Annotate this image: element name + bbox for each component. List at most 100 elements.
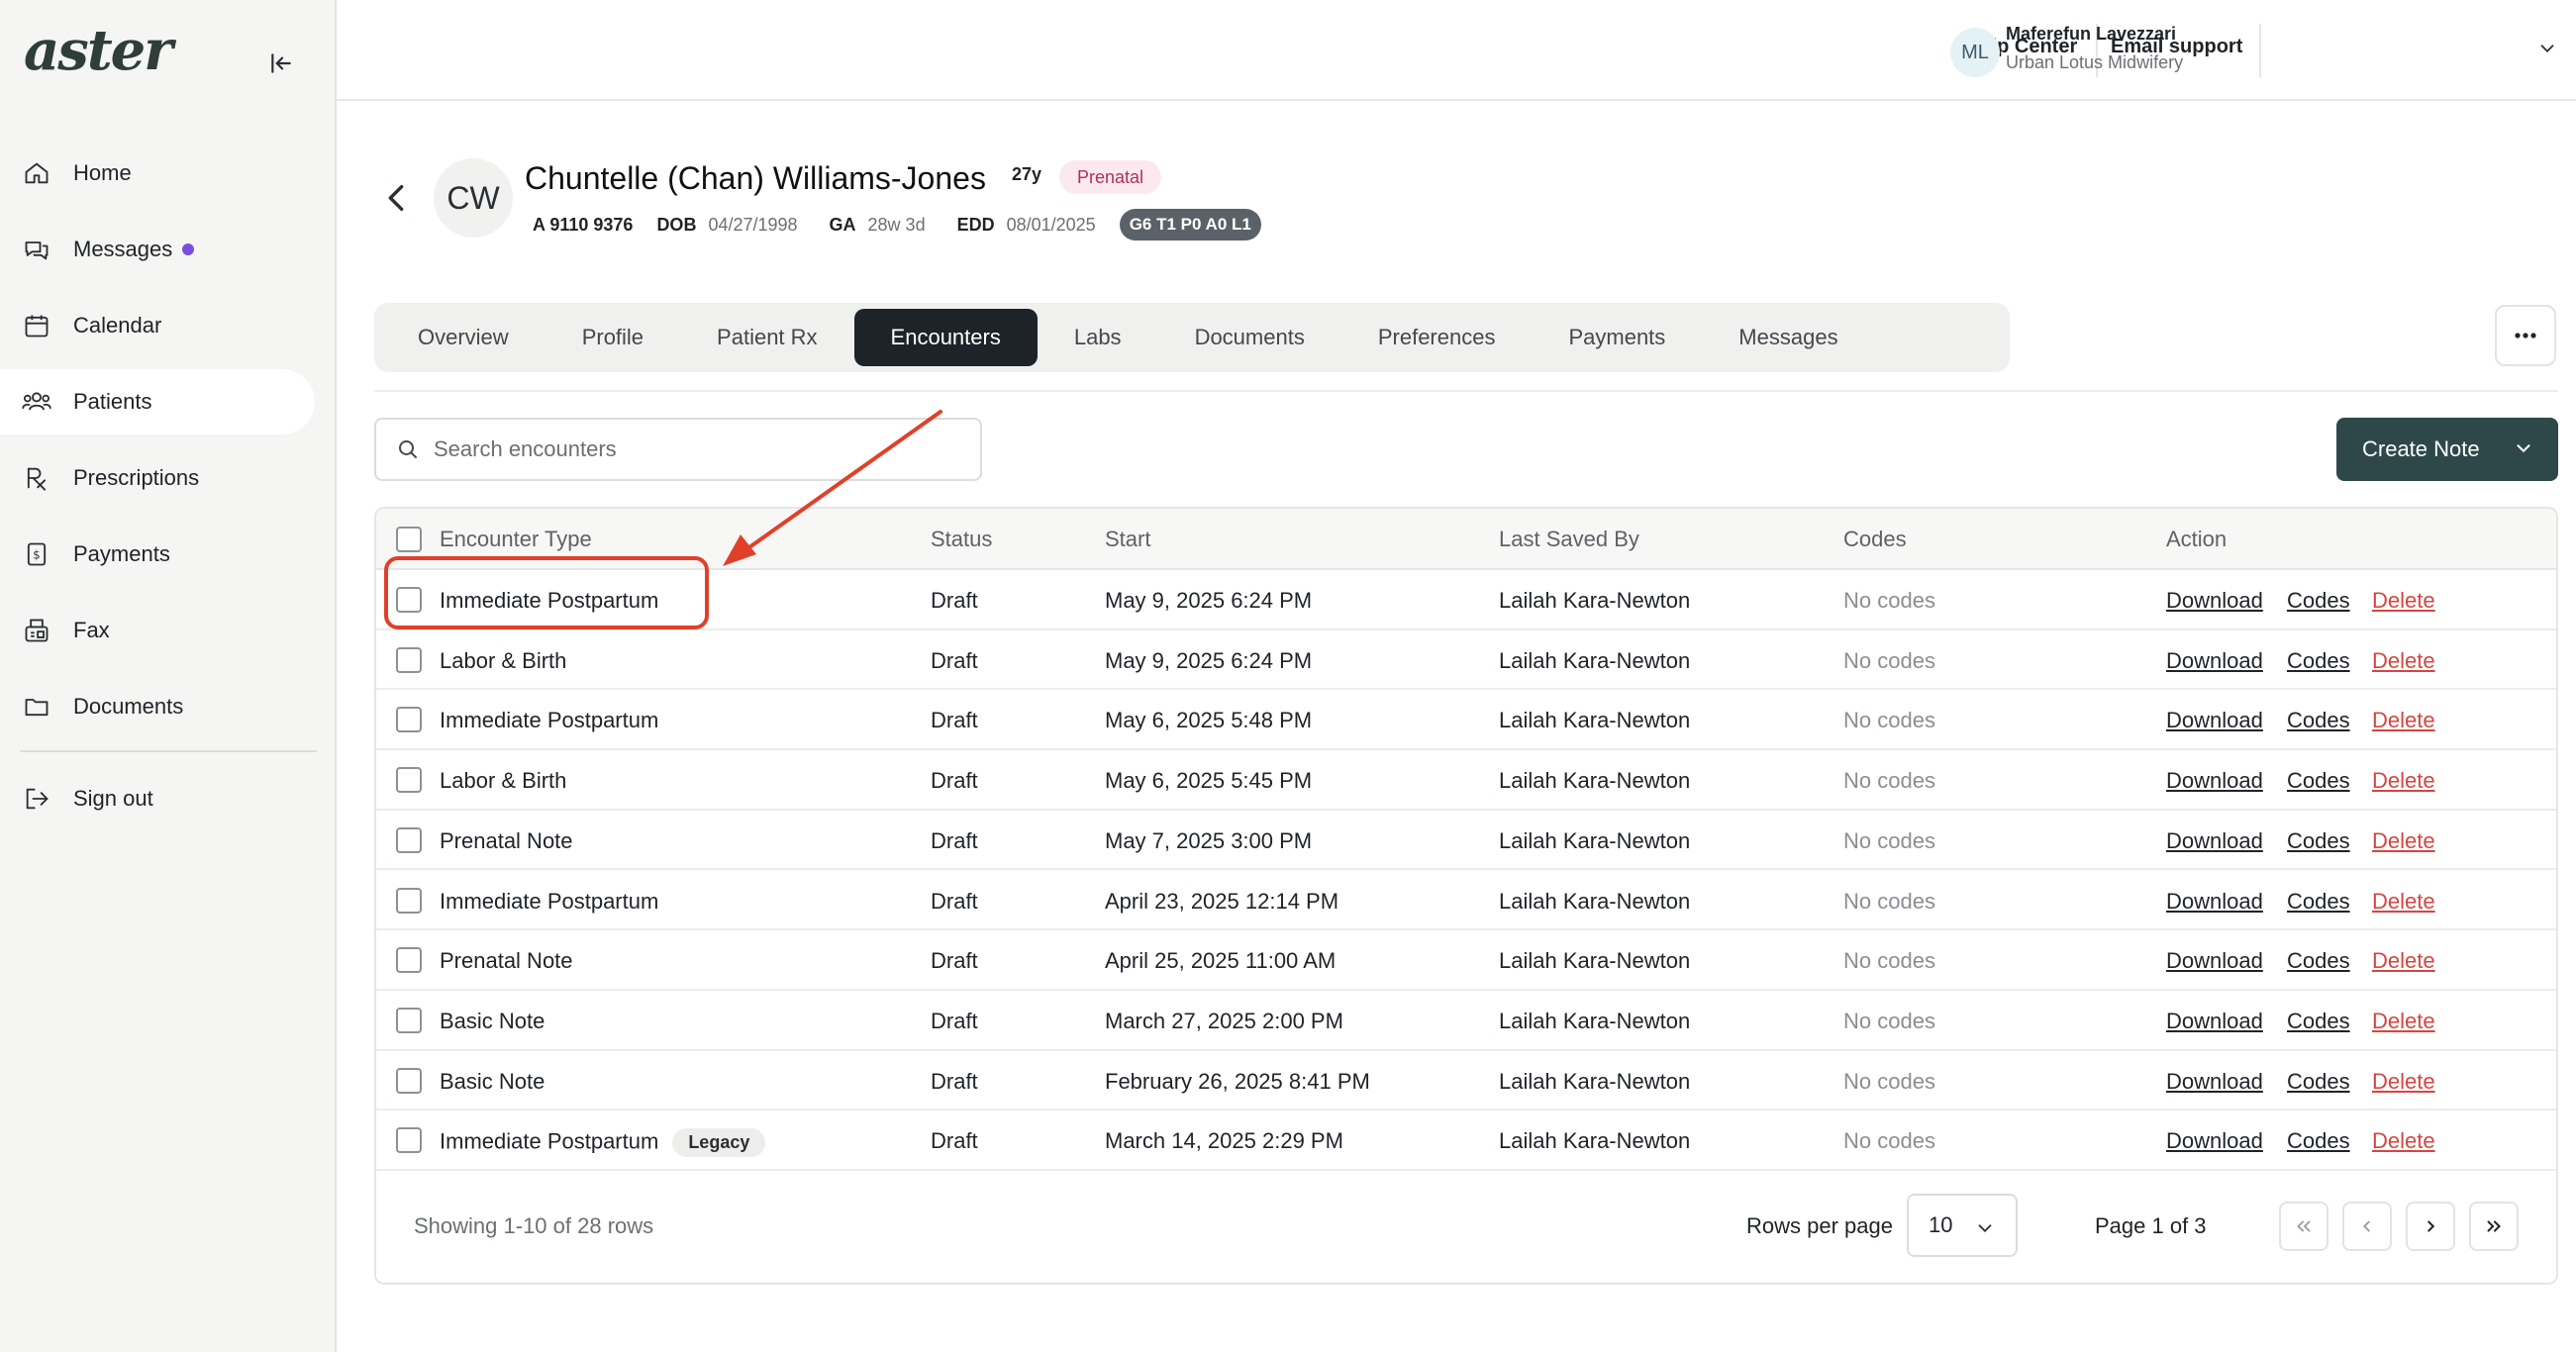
delete-link[interactable]: Delete (2372, 648, 2435, 674)
sidebar-item-sign-out[interactable]: Sign out (0, 766, 315, 831)
encounter-codes: No codes (1843, 888, 1935, 914)
codes-link[interactable]: Codes (2287, 588, 2350, 614)
row-checkbox[interactable] (396, 1127, 422, 1154)
delete-link[interactable]: Delete (2372, 708, 2435, 733)
encounter-type[interactable]: Prenatal Note (440, 948, 573, 974)
codes-link[interactable]: Codes (2287, 948, 2350, 974)
delete-link[interactable]: Delete (2372, 828, 2435, 854)
back-button[interactable] (378, 178, 414, 218)
download-link[interactable]: Download (2166, 588, 2263, 614)
download-link[interactable]: Download (2166, 948, 2263, 974)
codes-link[interactable]: Codes (2287, 708, 2350, 733)
row-checkbox[interactable] (396, 947, 422, 974)
tab-documents[interactable]: Documents (1158, 309, 1341, 366)
sidebar-item-label: Messages (73, 237, 173, 261)
row-checkbox[interactable] (396, 646, 422, 673)
table-row[interactable]: Immediate Postpartum Draft April 23, 2025 … (376, 871, 2556, 931)
encounter-type[interactable]: Immediate Postpartum (440, 708, 658, 733)
sidebar-item-label: Home (73, 160, 132, 185)
table-row[interactable]: Basic Note Draft March 27, 2025 2:00 PM Lai… (376, 991, 2556, 1051)
sidebar-item-home[interactable]: Home (0, 141, 315, 206)
encounter-type[interactable]: Prenatal Note (440, 828, 573, 854)
encounter-type[interactable]: Basic Note (440, 1069, 545, 1095)
header-action: Action (2166, 527, 2228, 551)
more-options-button[interactable] (2495, 305, 2556, 366)
user-menu-chevron-icon[interactable] (2536, 38, 2558, 64)
row-checkbox[interactable] (396, 1007, 422, 1033)
header-start[interactable]: Start (1105, 527, 1150, 552)
encounter-codes: No codes (1843, 708, 1935, 733)
select-all-checkbox[interactable] (396, 527, 422, 552)
first-page-button[interactable] (2279, 1202, 2328, 1251)
sidebar-item-documents[interactable]: Documents (0, 674, 315, 739)
tab-overview[interactable]: Overview (381, 309, 545, 366)
last-page-button[interactable] (2469, 1202, 2519, 1251)
encounter-type[interactable]: Immediate Postpartum (440, 889, 658, 915)
row-checkbox[interactable] (396, 887, 422, 914)
table-row[interactable]: Prenatal Note Draft May 7, 2025 3:00 PM Lai… (376, 811, 2556, 871)
table-row[interactable]: Immediate Postpartum Legacy Draft March 14,… (376, 1111, 2556, 1171)
download-link[interactable]: Download (2166, 889, 2263, 915)
row-checkbox[interactable] (396, 826, 422, 853)
table-row[interactable]: Labor & Birth Draft May 9, 2025 6:24 PM Lai… (376, 630, 2556, 691)
aster-logo[interactable]: aster (24, 18, 173, 83)
download-link[interactable]: Download (2166, 708, 2263, 733)
tab-labs[interactable]: Labs (1038, 309, 1158, 366)
table-row[interactable]: Immediate Postpartum Draft May 6, 2025 5:4… (376, 690, 2556, 751)
download-link[interactable]: Download (2166, 828, 2263, 854)
codes-link[interactable]: Codes (2287, 889, 2350, 915)
sidebar-item-fax[interactable]: Fax (0, 598, 315, 663)
tab-messages[interactable]: Messages (1702, 309, 1874, 366)
sidebar-item-calendar[interactable]: Calendar (0, 293, 315, 358)
tab-profile[interactable]: Profile (545, 309, 680, 366)
codes-link[interactable]: Codes (2287, 1009, 2350, 1034)
collapse-sidebar-icon[interactable] (261, 44, 301, 83)
header-last-saved-by[interactable]: Last Saved By (1499, 527, 1639, 552)
table-row[interactable]: Basic Note Draft February 26, 2025 8:41 PM… (376, 1051, 2556, 1111)
tab-encounters[interactable]: Encounters (853, 309, 1038, 366)
ga-label: GA (829, 214, 856, 235)
payments-icon: $ (20, 537, 53, 571)
delete-link[interactable]: Delete (2372, 1128, 2435, 1154)
codes-link[interactable]: Codes (2287, 768, 2350, 794)
delete-link[interactable]: Delete (2372, 1009, 2435, 1034)
tab-payments[interactable]: Payments (1532, 309, 1702, 366)
sidebar-item-payments[interactable]: $ Payments (0, 522, 315, 587)
delete-link[interactable]: Delete (2372, 588, 2435, 614)
tab-patient-rx[interactable]: Patient Rx (680, 309, 854, 366)
codes-link[interactable]: Codes (2287, 1069, 2350, 1095)
download-link[interactable]: Download (2166, 768, 2263, 794)
codes-link[interactable]: Codes (2287, 1128, 2350, 1154)
chevron-left-icon (388, 184, 404, 212)
sidebar-item-prescriptions[interactable]: Prescriptions (0, 445, 315, 511)
codes-link[interactable]: Codes (2287, 828, 2350, 854)
rows-per-page-select[interactable]: 10 (1907, 1194, 2018, 1257)
delete-link[interactable]: Delete (2372, 1069, 2435, 1095)
download-link[interactable]: Download (2166, 1128, 2263, 1154)
codes-link[interactable]: Codes (2287, 648, 2350, 674)
previous-page-button[interactable] (2342, 1202, 2392, 1251)
encounter-type[interactable]: Basic Note (440, 1009, 545, 1034)
encounter-type[interactable]: Labor & Birth (440, 648, 566, 674)
sidebar-item-patients[interactable]: Patients (0, 369, 315, 435)
user-organization: Urban Lotus Midwifery (2006, 52, 2184, 72)
next-page-button[interactable] (2406, 1202, 2455, 1251)
sidebar-item-messages[interactable]: Messages (0, 217, 315, 282)
delete-link[interactable]: Delete (2372, 948, 2435, 974)
row-checkbox[interactable] (396, 707, 422, 733)
header-encounter-type[interactable]: Encounter Type (440, 527, 592, 552)
row-checkbox[interactable] (396, 767, 422, 794)
user-avatar[interactable]: ML (1950, 28, 2000, 77)
table-row[interactable]: Labor & Birth Draft May 6, 2025 5:45 PM Lai… (376, 750, 2556, 811)
table-row[interactable]: Prenatal Note Draft April 25, 2025 11:00 A… (376, 930, 2556, 991)
download-link[interactable]: Download (2166, 1009, 2263, 1034)
create-note-button[interactable]: Create Note (2336, 418, 2558, 481)
download-link[interactable]: Download (2166, 648, 2263, 674)
encounter-type[interactable]: Immediate Postpartum (440, 1129, 658, 1154)
download-link[interactable]: Download (2166, 1069, 2263, 1095)
row-checkbox[interactable] (396, 1067, 422, 1094)
delete-link[interactable]: Delete (2372, 768, 2435, 794)
encounter-type[interactable]: Labor & Birth (440, 768, 566, 794)
tab-preferences[interactable]: Preferences (1341, 309, 1533, 366)
delete-link[interactable]: Delete (2372, 889, 2435, 915)
